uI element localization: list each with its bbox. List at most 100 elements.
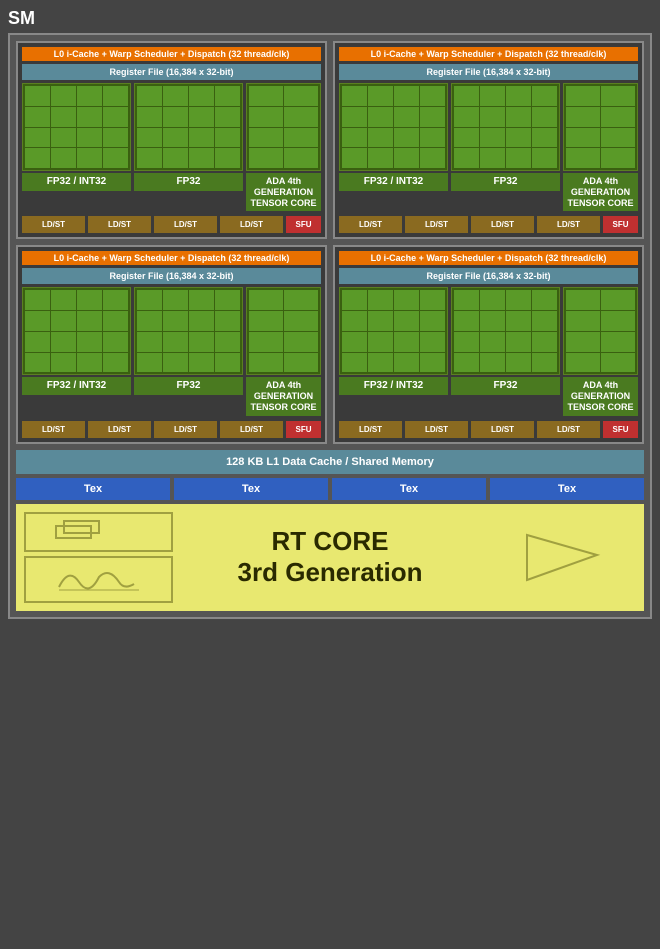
fp32-group-2: FP32 (451, 83, 560, 211)
tensor-cell (601, 148, 635, 168)
reg-file-bar-1: Register File (16,384 x 32-bit) (22, 64, 321, 80)
tensor-cell (601, 107, 635, 127)
fp-cell (189, 107, 214, 127)
fp-cell (137, 148, 162, 168)
ldst-16: LD/ST (537, 421, 600, 438)
tensor-group-1: ADA 4th GENERATION TENSOR CORE (246, 83, 321, 211)
tensor-cell (284, 128, 318, 148)
fp-cell (189, 148, 214, 168)
tensor-cell (601, 128, 635, 148)
fp32-grid-4 (451, 287, 560, 375)
fp-cell (368, 332, 393, 352)
tex-1: Tex (16, 478, 170, 500)
cores-row-4: FP32 / INT32 (339, 287, 638, 415)
fp-cell (420, 107, 445, 127)
sfu-3: SFU (286, 421, 321, 438)
fp-cell (51, 128, 76, 148)
fp-cell (394, 353, 419, 373)
fp-int-group-2: FP32 / INT32 (339, 83, 448, 211)
fp-cell (342, 107, 367, 127)
ldst-2: LD/ST (88, 216, 151, 233)
ldst-8: LD/ST (537, 216, 600, 233)
tensor-grid-3 (246, 287, 321, 375)
fp-cell (77, 148, 102, 168)
tensor-cell (284, 290, 318, 310)
fp-cell (77, 332, 102, 352)
fp-cell (51, 148, 76, 168)
ldst-3: LD/ST (154, 216, 217, 233)
rt-core-title: RT CORE (272, 526, 389, 557)
fp-cell (77, 311, 102, 331)
tensor-core-label-3: ADA 4th GENERATION TENSOR CORE (246, 377, 321, 415)
bottom-units-1: LD/ST LD/ST LD/ST LD/ST SFU (22, 216, 321, 233)
tensor-cell (566, 353, 600, 373)
fp-cell (163, 86, 188, 106)
l0-bar-3: L0 i-Cache + Warp Scheduler + Dispatch (… (22, 251, 321, 265)
fp-cell (103, 311, 128, 331)
bottom-units-3: LD/ST LD/ST LD/ST LD/ST SFU (22, 421, 321, 438)
fp-cell (77, 107, 102, 127)
fp-cell (189, 311, 214, 331)
fp-cell (454, 290, 479, 310)
tensor-cell (284, 332, 318, 352)
fp-cell (506, 128, 531, 148)
fp-cell (163, 332, 188, 352)
fp-cell (480, 86, 505, 106)
tensor-cell (566, 86, 600, 106)
fp32-grid-3 (134, 287, 243, 375)
tensor-cell (601, 332, 635, 352)
fp-cell (77, 86, 102, 106)
fp-cell (368, 107, 393, 127)
tensor-cell (566, 290, 600, 310)
fp-cell (420, 148, 445, 168)
fp-cell (137, 86, 162, 106)
reg-file-bar-2: Register File (16,384 x 32-bit) (339, 64, 638, 80)
fp-cell (342, 353, 367, 373)
fp-cell (454, 332, 479, 352)
l0-bar-2: L0 i-Cache + Warp Scheduler + Dispatch (… (339, 47, 638, 61)
ldst-15: LD/ST (471, 421, 534, 438)
fp-cell (420, 332, 445, 352)
rt-core-subtitle: 3rd Generation (238, 557, 423, 588)
fp-cell (506, 332, 531, 352)
fp-cell (368, 86, 393, 106)
fp-cell (51, 86, 76, 106)
fp-int-group-4: FP32 / INT32 (339, 287, 448, 415)
fp-cell (394, 86, 419, 106)
tensor-core-label-4: ADA 4th GENERATION TENSOR CORE (563, 377, 638, 415)
fp-cell (189, 128, 214, 148)
ldst-9: LD/ST (22, 421, 85, 438)
fp-cell (103, 148, 128, 168)
fp-cell (25, 311, 50, 331)
fp-cell (77, 353, 102, 373)
tensor-cell (284, 353, 318, 373)
fp-cell (532, 290, 557, 310)
sfu-4: SFU (603, 421, 638, 438)
fp-grid-1 (22, 83, 131, 171)
fp-cell (532, 353, 557, 373)
fp-cell (480, 128, 505, 148)
fp32-label-3: FP32 (134, 377, 243, 395)
fp-cell (454, 128, 479, 148)
fp-cell (189, 332, 214, 352)
fp-cell (368, 311, 393, 331)
fp-cell (25, 86, 50, 106)
ldst-4: LD/ST (220, 216, 283, 233)
tensor-cell (249, 311, 283, 331)
fp-cell (454, 311, 479, 331)
fp-cell (480, 311, 505, 331)
tensor-group-4: ADA 4th GENERATION TENSOR CORE (563, 287, 638, 415)
fp-cell (480, 148, 505, 168)
sub-sm-2: L0 i-Cache + Warp Scheduler + Dispatch (… (333, 41, 644, 239)
fp-cell (215, 148, 240, 168)
fp-cell (103, 128, 128, 148)
fp-cell (532, 86, 557, 106)
fp-cell (420, 86, 445, 106)
fp-cell (342, 148, 367, 168)
l0-bar-1: L0 i-Cache + Warp Scheduler + Dispatch (… (22, 47, 321, 61)
fp-cell (454, 148, 479, 168)
fp-cell (532, 128, 557, 148)
tensor-cell (249, 148, 283, 168)
fp-cell (163, 290, 188, 310)
fp-cell (25, 353, 50, 373)
